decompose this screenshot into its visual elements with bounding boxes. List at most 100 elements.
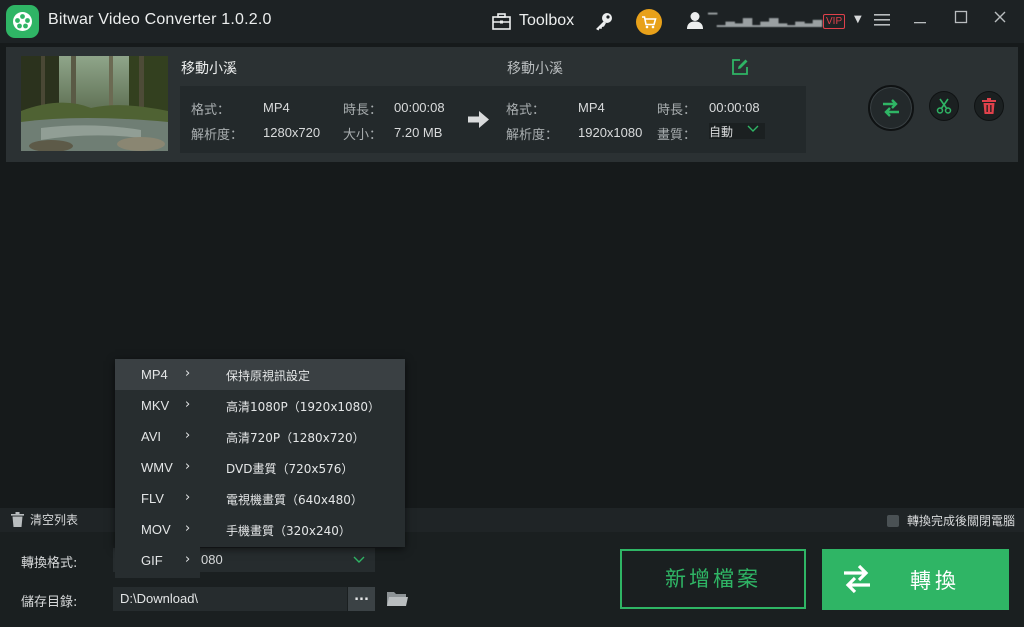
preset-item[interactable]: 電視機畫質（640x480） — [200, 483, 405, 514]
preset-item[interactable]: 高清720P（1280x720） — [200, 421, 405, 452]
format-list: MP4 › MKV › AVI › WMV › FLV › MOV › GIF › — [115, 359, 200, 578]
account-dropdown-icon[interactable]: ▼ — [854, 14, 862, 25]
convert-button-label: 轉換 — [910, 569, 960, 593]
folder-icon[interactable] — [386, 590, 408, 608]
cut-button[interactable] — [929, 91, 959, 121]
preset-item-label: 高清720P（1280x720） — [226, 431, 365, 445]
shutdown-checkbox[interactable] — [886, 514, 899, 527]
source-size-label: 大小： — [343, 128, 383, 143]
format-item-gif[interactable]: GIF › — [115, 545, 200, 576]
save-directory-label: 儲存目錄: — [21, 595, 78, 610]
title-bar: Bitwar Video Converter 1.0.2.0 Toolbox ▔… — [0, 0, 1024, 43]
convert-format-label: 轉換格式: — [21, 556, 78, 571]
source-duration-label: 時長： — [343, 103, 383, 118]
trash-icon — [982, 98, 996, 114]
preset-item[interactable]: 手機畫質（320x240） — [200, 514, 405, 545]
chevron-right-icon: › — [185, 459, 191, 474]
output-duration-label: 時長： — [657, 103, 697, 118]
user-icon[interactable] — [686, 11, 704, 30]
preset-item[interactable]: DVD畫質（720x576） — [200, 452, 405, 483]
chevron-right-icon: › — [185, 366, 191, 381]
convert-item-button[interactable] — [868, 85, 914, 131]
quality-select[interactable]: 自動 — [709, 123, 765, 139]
source-resolution-value: 1280x720 — [263, 125, 321, 140]
chevron-down-icon — [353, 556, 365, 563]
edit-icon[interactable] — [731, 58, 749, 76]
format-item-label: FLV — [141, 491, 164, 506]
hamburger-icon[interactable] — [874, 13, 890, 27]
format-menu: MP4 › MKV › AVI › WMV › FLV › MOV › GIF › 保持原視訊設定高清10… — [115, 359, 405, 578]
preset-item[interactable]: 高清1080P（1920x1080） — [200, 390, 405, 421]
format-item-mp4[interactable]: MP4 › — [115, 359, 200, 390]
preset-item-label: 電視機畫質（640x480） — [226, 493, 363, 507]
output-format-value: MP4 — [578, 100, 605, 115]
chevron-right-icon: › — [185, 552, 191, 567]
format-item-avi[interactable]: AVI › — [115, 421, 200, 452]
toolbox-button[interactable]: Toolbox — [492, 12, 574, 30]
chevron-right-icon: › — [185, 428, 191, 443]
app-logo-icon — [6, 5, 39, 38]
format-item-mov[interactable]: MOV › — [115, 514, 200, 545]
output-duration-value: 00:00:08 — [709, 100, 760, 115]
maximize-icon — [954, 10, 968, 24]
quality-value: 自動 — [709, 125, 734, 139]
convert-button[interactable]: 轉換 — [822, 549, 1009, 610]
close-icon — [994, 11, 1006, 23]
add-file-button[interactable]: 新增檔案 — [620, 549, 806, 609]
username[interactable]: ▔▁▃▂▅▁▃▅▂▁▃▂▄ — [708, 13, 822, 27]
output-resolution-value: 1920x1080 — [578, 125, 643, 140]
convert-format-value: 080 — [201, 552, 223, 567]
trash-icon — [11, 512, 24, 527]
save-path-input[interactable]: D:\Download\ — [113, 587, 347, 611]
format-item-mkv[interactable]: MKV › — [115, 390, 200, 421]
file-info-panel: 格式： MP4 時長： 00:00:08 解析度： 1280x720 大小： 7… — [180, 86, 806, 153]
format-item-wmv[interactable]: WMV › — [115, 452, 200, 483]
maximize-button[interactable] — [947, 8, 975, 34]
format-item-label: MOV — [141, 522, 171, 537]
minimize-button[interactable] — [906, 8, 934, 34]
shutdown-option[interactable]: 轉換完成後關閉電腦 — [886, 512, 1015, 529]
output-resolution-label: 解析度： — [506, 128, 559, 143]
chevron-right-icon: › — [185, 521, 191, 536]
output-file-name: 移動小溪 — [507, 61, 563, 77]
close-button[interactable] — [986, 8, 1014, 34]
preset-item-label: 保持原視訊設定 — [226, 369, 311, 383]
source-file-name: 移動小溪 — [181, 61, 237, 77]
app-title: Bitwar Video Converter 1.0.2.0 — [48, 11, 272, 28]
convert-arrows-icon — [883, 99, 899, 117]
clear-list-button[interactable]: 清空列表 — [11, 511, 78, 528]
preset-item-label: 高清1080P（1920x1080） — [226, 400, 380, 414]
browse-button[interactable]: ... — [348, 587, 375, 611]
vip-badge[interactable]: VIP — [823, 14, 846, 29]
output-format-label: 格式： — [506, 103, 546, 118]
chevron-right-icon: › — [185, 397, 191, 412]
convert-arrows-icon — [844, 564, 870, 594]
source-resolution-label: 解析度： — [191, 128, 244, 143]
format-item-label: MKV — [141, 398, 170, 413]
shutdown-label: 轉換完成後關閉電腦 — [906, 514, 1015, 528]
preset-item-label: 手機畫質（320x240） — [226, 524, 351, 538]
format-item-label: WMV — [141, 460, 173, 475]
preset-item[interactable]: 保持原視訊設定 — [200, 359, 405, 390]
cart-icon[interactable] — [636, 9, 662, 35]
toolbox-label: Toolbox — [519, 12, 575, 29]
save-path-value: D:\Download\ — [120, 591, 199, 606]
delete-button[interactable] — [974, 91, 1004, 121]
clear-list-label: 清空列表 — [30, 513, 79, 527]
source-format-value: MP4 — [263, 100, 290, 115]
source-size-value: 7.20 MB — [394, 125, 443, 140]
preset-item-label: DVD畫質（720x576） — [226, 462, 354, 476]
format-item-label: MP4 — [141, 367, 168, 382]
format-item-flv[interactable]: FLV › — [115, 483, 200, 514]
source-format-label: 格式： — [191, 103, 231, 118]
chevron-down-icon — [747, 125, 759, 132]
format-item-label: AVI — [141, 429, 161, 444]
output-quality-label: 畫質： — [657, 128, 697, 143]
file-item[interactable]: 移動小溪 移動小溪 格式： MP4 時長： 00:00:08 解析度： 1280… — [6, 47, 1018, 162]
minimize-icon — [914, 22, 926, 24]
video-thumbnail[interactable] — [21, 56, 168, 151]
format-item-label: GIF — [141, 553, 163, 568]
chevron-right-icon: › — [185, 490, 191, 505]
key-icon[interactable] — [594, 11, 614, 31]
toolbox-icon — [492, 12, 511, 30]
